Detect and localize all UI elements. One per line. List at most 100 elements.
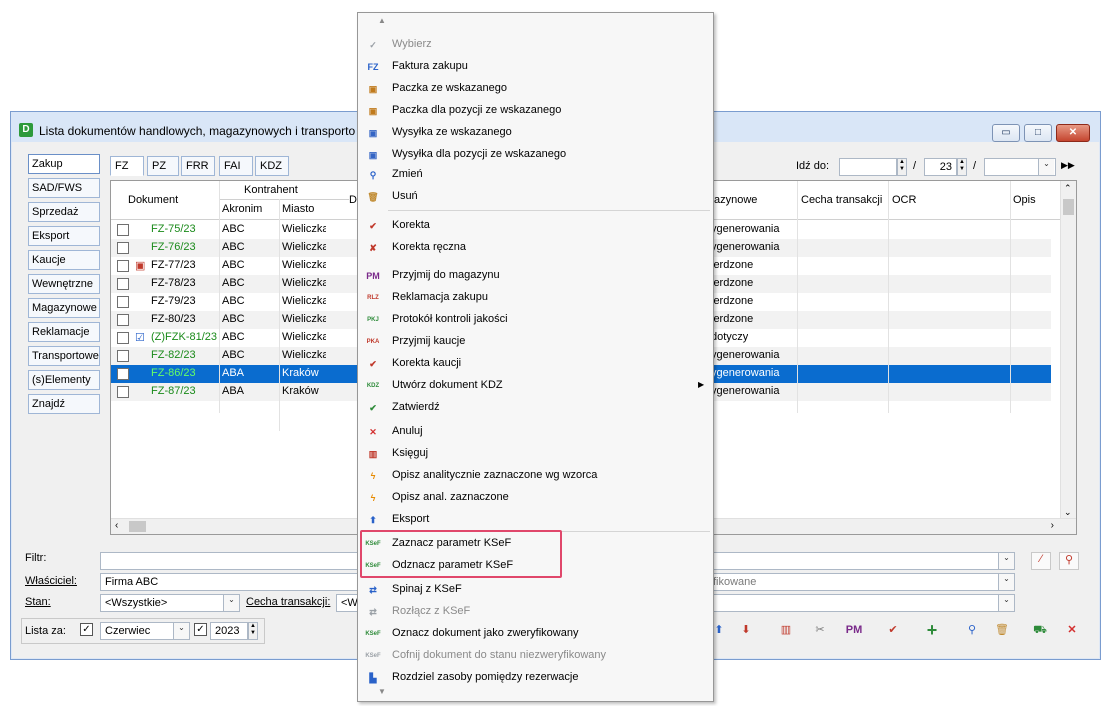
correction-toolbar-icon[interactable]: ✔ xyxy=(882,619,904,641)
left-tab-10[interactable]: Znajdź xyxy=(28,394,100,414)
menu-item-0[interactable]: ✓ Wybierz xyxy=(358,34,713,56)
row-checkbox[interactable] xyxy=(117,296,129,308)
scroll-thumb[interactable] xyxy=(1063,199,1074,215)
row-checkbox[interactable] xyxy=(117,278,129,290)
header-dokument[interactable]: Dokument xyxy=(128,194,178,206)
clear-filter-icon[interactable]: ⁄ xyxy=(1031,552,1051,570)
header-cecha-transakcji[interactable]: Cecha transakcji xyxy=(801,194,882,206)
left-tab-8[interactable]: Transportowe xyxy=(28,346,100,366)
menu-item-15[interactable]: KDZ Utwórz dokument KDZ ▶ xyxy=(358,375,713,397)
maximize-button[interactable]: □ xyxy=(1024,124,1052,142)
transport-toolbar-icon[interactable]: ⛟ xyxy=(1029,619,1051,641)
goto-month-spinner[interactable]: ▲ ▼ xyxy=(957,158,967,176)
menu-item-14[interactable]: ✔ Korekta kaucji xyxy=(358,353,713,375)
menu-item-3[interactable]: ▣ Paczka dla pozycji ze wskazanego xyxy=(358,100,713,122)
menu-item-1[interactable]: FZ Faktura zakupu xyxy=(358,56,713,78)
menu-item-17[interactable]: ✕ Anuluj xyxy=(358,421,713,443)
scroll-up-icon[interactable]: ⌃ xyxy=(1064,183,1072,194)
import-toolbar-icon[interactable]: ⬇ xyxy=(735,619,757,641)
chevron-down-icon[interactable]: ⌄ xyxy=(998,595,1014,611)
chevron-down-icon[interactable]: ⌄ xyxy=(998,553,1014,569)
menu-item-6[interactable]: ⚲ Zmień xyxy=(358,164,713,186)
header-miasto[interactable]: Miasto xyxy=(282,203,314,215)
menu-item-26[interactable]: KSeF Oznacz dokument jako zweryfikowany xyxy=(358,623,713,645)
left-tab-7[interactable]: Reklamacje xyxy=(28,322,100,342)
left-tab-2[interactable]: Sprzedaż xyxy=(28,202,100,222)
menu-item-28[interactable]: ▙ Rozdziel zasoby pomiędzy rezerwacje xyxy=(358,667,713,689)
left-tab-3[interactable]: Eksport xyxy=(28,226,100,246)
row-checkbox[interactable] xyxy=(117,332,129,344)
year-checkbox[interactable]: ✓ xyxy=(194,623,207,636)
minimize-button[interactable]: ▭ xyxy=(992,124,1020,142)
menu-item-25[interactable]: ⇄ Rozłącz z KSeF xyxy=(358,601,713,623)
menu-item-11[interactable]: RLZ Reklamacja zakupu xyxy=(358,287,713,309)
row-checkbox[interactable] xyxy=(117,386,129,398)
doc-tab-4[interactable]: KDZ xyxy=(255,156,289,176)
menu-scroll-up-icon[interactable]: ▲ xyxy=(378,16,386,25)
chevron-down-icon[interactable]: ⌄ xyxy=(998,574,1014,590)
menu-item-19[interactable]: ϟ Opisz analitycznie zaznaczone wg wzorca xyxy=(358,465,713,487)
go-next-icon[interactable]: ▶▶ xyxy=(1061,160,1075,171)
header-opis[interactable]: Opis xyxy=(1013,194,1036,206)
tools-toolbar-icon[interactable]: ✂ xyxy=(809,619,831,641)
goto-day-spinner[interactable]: ▲ ▼ xyxy=(897,158,907,176)
delete-toolbar-icon[interactable]: 🗑 xyxy=(991,619,1013,641)
header-magazynowe[interactable]: azynowe xyxy=(714,194,757,206)
menu-item-10[interactable]: PM Przyjmij do magazynu xyxy=(358,265,713,287)
doc-tab-3[interactable]: FAI xyxy=(219,156,253,176)
header-kontrahent[interactable]: Kontrahent xyxy=(244,184,298,196)
left-tab-1[interactable]: SAD/FWS xyxy=(28,178,100,198)
menu-scroll-down-icon[interactable]: ▼ xyxy=(378,687,386,696)
menu-item-7[interactable]: 🗑 Usuń xyxy=(358,186,713,208)
row-checkbox[interactable] xyxy=(117,368,129,380)
menu-item-12[interactable]: PKJ Protokół kontroli jakości xyxy=(358,309,713,331)
menu-item-9[interactable]: ✘ Korekta ręczna xyxy=(358,237,713,259)
scroll-left-icon[interactable]: ‹ xyxy=(115,520,118,531)
menu-item-24[interactable]: ⇄ Spinaj z KSeF xyxy=(358,579,713,601)
row-checkbox[interactable] xyxy=(117,260,129,272)
doc-tab-1[interactable]: PZ xyxy=(147,156,179,176)
close-button[interactable]: ✕ xyxy=(1056,124,1090,142)
goto-day-input[interactable] xyxy=(839,158,897,176)
chevron-down-icon[interactable]: ⌄ xyxy=(223,595,239,611)
add-toolbar-icon[interactable]: + xyxy=(921,619,943,641)
header-akronim[interactable]: Akronim xyxy=(222,203,262,215)
row-checkbox[interactable] xyxy=(117,350,129,362)
left-tab-9[interactable]: (s)Elementy xyxy=(28,370,100,390)
menu-item-13[interactable]: PKA Przyjmij kaucje xyxy=(358,331,713,353)
menu-item-21[interactable]: ⬆ Eksport xyxy=(358,509,713,531)
close-toolbar-icon[interactable]: ✕ xyxy=(1061,619,1083,641)
chevron-down-icon[interactable]: ⌄ xyxy=(173,623,189,639)
menu-item-16[interactable]: ✔ Zatwierdź xyxy=(358,397,713,419)
year-input[interactable]: 2023 xyxy=(210,622,248,640)
vertical-scrollbar[interactable]: ⌃ ⌄ xyxy=(1060,181,1076,521)
left-tab-6[interactable]: Magazynowe xyxy=(28,298,100,318)
row-checkbox[interactable] xyxy=(117,314,129,326)
doc-tab-0[interactable]: FZ xyxy=(110,156,144,176)
state-select[interactable]: <Wszystkie> xyxy=(100,594,240,612)
pm-toolbar-icon[interactable]: PM xyxy=(843,619,865,641)
filter-settings-icon[interactable]: ⚲ xyxy=(1059,552,1079,570)
menu-item-2[interactable]: ▣ Paczka ze wskazanego xyxy=(358,78,713,100)
post-toolbar-icon[interactable]: ▥ xyxy=(775,619,797,641)
menu-item-8[interactable]: ✔ Korekta xyxy=(358,215,713,237)
scroll-down-icon[interactable]: ⌄ xyxy=(1064,507,1072,518)
feature-right-field[interactable] xyxy=(713,594,1015,612)
menu-item-27[interactable]: KSeF Cofnij dokument do stanu niezweryfik… xyxy=(358,645,713,667)
goto-month-input[interactable]: 23 xyxy=(924,158,957,176)
month-checkbox[interactable]: ✓ xyxy=(80,623,93,636)
menu-item-18[interactable]: ▥ Księguj xyxy=(358,443,713,465)
left-tab-4[interactable]: Kaucje xyxy=(28,250,100,270)
left-tab-0[interactable]: Zakup xyxy=(28,154,100,174)
menu-item-5[interactable]: ▣ Wysyłka dla pozycji ze wskazanego xyxy=(358,144,713,166)
chevron-down-icon[interactable]: ⌄ xyxy=(1038,159,1054,175)
row-checkbox[interactable] xyxy=(117,224,129,236)
hscroll-thumb[interactable] xyxy=(129,521,146,532)
year-spinner[interactable]: ▲ ▼ xyxy=(248,622,258,640)
scroll-right-icon[interactable]: › xyxy=(1051,520,1054,531)
left-tab-5[interactable]: Wewnętrzne xyxy=(28,274,100,294)
menu-item-20[interactable]: ϟ Opisz anal. zaznaczone xyxy=(358,487,713,509)
header-ocr[interactable]: OCR xyxy=(892,194,916,206)
menu-item-4[interactable]: ▣ Wysyłka ze wskazanego xyxy=(358,122,713,144)
doc-tab-2[interactable]: FRR xyxy=(181,156,215,176)
